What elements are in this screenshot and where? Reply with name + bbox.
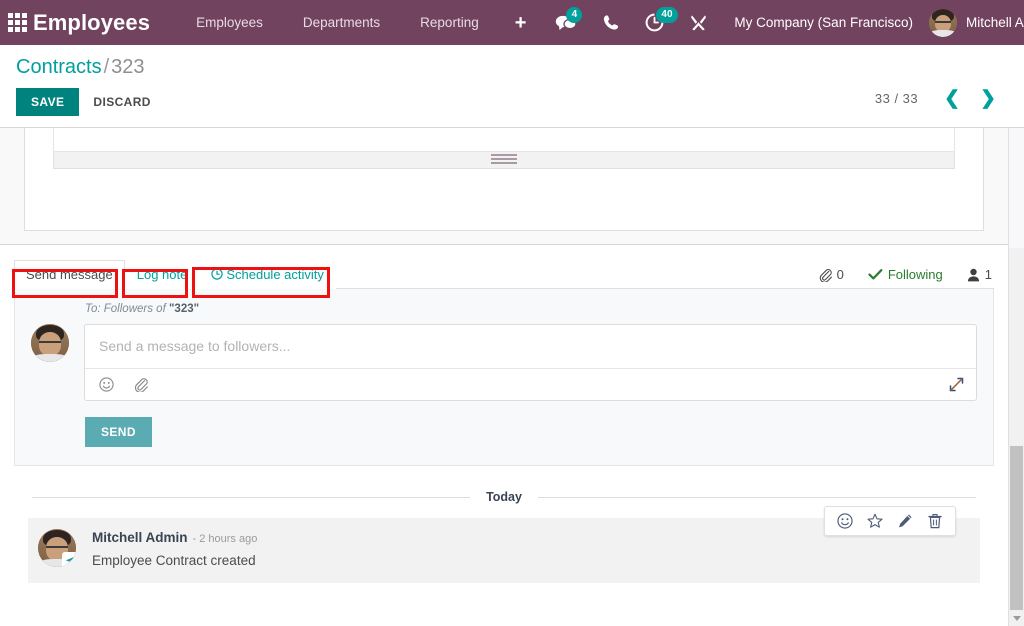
followers-counter[interactable]: 1 xyxy=(955,267,994,282)
app-brand-title[interactable]: Employees xyxy=(33,10,150,36)
chatter-toolbar: Send message Log note Schedule activity … xyxy=(14,245,994,289)
notes-html-field[interactable] xyxy=(53,128,955,152)
paperclip-icon xyxy=(818,268,832,282)
composer-toolbar xyxy=(85,368,976,400)
messages-count-badge: 4 xyxy=(566,7,582,23)
separator-line-right xyxy=(538,497,976,498)
nav-menu-departments[interactable]: Departments xyxy=(283,9,400,36)
user-name-label: Mitchell Admin xyxy=(966,15,1024,30)
chevron-left-icon[interactable]: ❮ xyxy=(934,89,970,108)
paperclip-icon[interactable] xyxy=(133,377,159,392)
content-scroll-area: Send message Log note Schedule activity … xyxy=(0,128,1008,626)
edit-pencil-icon[interactable] xyxy=(890,511,920,531)
clock-icon xyxy=(211,268,223,280)
wrench-icon[interactable] xyxy=(677,0,720,45)
check-icon xyxy=(868,268,883,281)
schedule-activity-button[interactable]: Schedule activity xyxy=(199,260,336,289)
chatter-status-group: 0 Following 1 xyxy=(806,267,994,288)
send-message-button[interactable]: Send message xyxy=(14,260,125,289)
composer-box xyxy=(84,324,977,401)
message-item: Mitchell Admin - 2 hours ago Employee Con… xyxy=(28,518,980,583)
breadcrumb-current: 323 xyxy=(111,56,144,78)
scroll-down-arrow[interactable] xyxy=(1009,610,1024,626)
log-note-button[interactable]: Log note xyxy=(125,260,200,289)
nav-menu-employees[interactable]: Employees xyxy=(176,9,283,36)
control-panel: Contracts/323 SAVE DISCARD 33 / 33 ❮ ❯ xyxy=(0,45,1024,128)
expand-arrows-icon[interactable] xyxy=(949,377,964,392)
attachments-counter[interactable]: 0 xyxy=(806,267,856,282)
composer-to-record: "323" xyxy=(169,303,199,315)
activities-count-badge: 40 xyxy=(656,7,677,23)
pager: 33 / 33 ❮ ❯ xyxy=(875,89,1006,108)
attachment-count: 0 xyxy=(837,267,844,282)
date-separator-label: Today xyxy=(470,490,538,504)
breadcrumb: Contracts/323 xyxy=(16,55,1008,79)
nav-add-button[interactable]: + xyxy=(499,13,543,33)
delete-trash-icon[interactable] xyxy=(920,511,950,531)
breadcrumb-separator: / xyxy=(104,56,110,78)
message-composer: To: Followers of "323" xyxy=(14,289,994,466)
chatter: Send message Log note Schedule activity … xyxy=(0,245,1008,583)
avatar xyxy=(929,9,957,37)
vertical-scrollbar[interactable] xyxy=(1008,128,1024,626)
scrollbar-thumb[interactable] xyxy=(1010,446,1023,610)
scrollbar-track-top xyxy=(1009,128,1024,248)
phone-icon[interactable] xyxy=(590,0,632,45)
apps-grid-icon[interactable] xyxy=(8,10,27,36)
message-content: Employee Contract created xyxy=(92,552,968,570)
following-label: Following xyxy=(888,267,943,282)
smiley-icon[interactable] xyxy=(99,377,133,392)
add-reaction-icon[interactable] xyxy=(830,511,860,531)
composer-recipients: To: Followers of "323" xyxy=(85,303,977,315)
message-input[interactable] xyxy=(85,325,976,368)
message-timestamp: - 2 hours ago xyxy=(193,533,258,545)
chevron-right-icon[interactable]: ❯ xyxy=(970,89,1006,108)
breadcrumb-contracts[interactable]: Contracts xyxy=(16,56,102,78)
resize-grip-icon xyxy=(491,154,517,166)
avatar xyxy=(31,324,69,362)
top-navbar: Employees Employees Departments Reportin… xyxy=(0,0,1024,45)
star-icon[interactable] xyxy=(860,511,890,531)
user-menu[interactable]: Mitchell Admin xyxy=(929,9,1024,37)
message-hover-toolbar xyxy=(824,506,956,536)
save-button[interactable]: SAVE xyxy=(16,88,79,116)
composer-to-text: Followers of xyxy=(104,303,166,315)
following-toggle[interactable]: Following xyxy=(856,267,955,282)
avatar xyxy=(38,529,76,567)
activities-menu-button[interactable]: 40 xyxy=(632,0,677,45)
paper-plane-icon xyxy=(62,552,76,567)
separator-line-left xyxy=(32,497,470,498)
send-button[interactable]: SEND xyxy=(85,417,152,447)
company-switcher[interactable]: My Company (San Francisco) xyxy=(720,15,929,30)
record-actions: SAVE DISCARD xyxy=(16,88,1008,116)
form-sheet xyxy=(24,128,984,231)
message-thread: Today Mitchell Admin - 2 hours ago xyxy=(14,466,994,583)
composer-row xyxy=(31,324,977,401)
composer-to-prefix: To: xyxy=(85,303,101,315)
message-author[interactable]: Mitchell Admin xyxy=(92,530,188,545)
discard-button[interactable]: DISCARD xyxy=(79,88,164,116)
followers-count: 1 xyxy=(985,267,992,282)
field-resize-handle[interactable] xyxy=(53,152,955,169)
schedule-activity-label: Schedule activity xyxy=(226,267,324,282)
nav-menu-reporting[interactable]: Reporting xyxy=(400,9,499,36)
user-icon xyxy=(967,268,980,282)
pager-count: 33 / 33 xyxy=(875,91,918,106)
messages-menu-button[interactable]: 4 xyxy=(542,0,590,45)
form-sheet-container xyxy=(0,128,1008,245)
